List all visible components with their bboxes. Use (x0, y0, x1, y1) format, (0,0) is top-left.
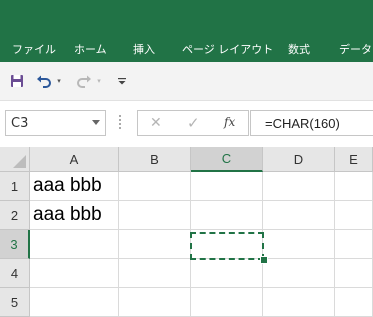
cell-b4[interactable] (119, 259, 191, 288)
worksheet-grid: A B C D E 1 2 3 4 5 aaa bbb aaa bbb (0, 147, 373, 317)
insert-function-icon[interactable]: fx (224, 115, 235, 129)
cell-e5[interactable] (335, 288, 373, 317)
cell-b5[interactable] (119, 288, 191, 317)
cell-e4[interactable] (335, 259, 373, 288)
name-box[interactable]: C3 (5, 110, 106, 136)
tab-insert[interactable]: 挿入 (133, 41, 155, 57)
column-header-c[interactable]: C (191, 147, 263, 172)
row-header-4[interactable]: 4 (0, 259, 30, 288)
select-all-icon (13, 155, 26, 168)
select-all-button[interactable] (0, 147, 30, 172)
cell-e2[interactable] (335, 201, 373, 230)
chevron-down-icon: ▾ (57, 77, 61, 85)
quick-access-toolbar: ▾ ▾ (0, 62, 373, 101)
row-header-3[interactable]: 3 (0, 230, 30, 259)
chevron-down-icon: ▾ (97, 77, 101, 85)
cell-a4[interactable] (30, 259, 119, 288)
cell-c2[interactable] (191, 201, 263, 230)
tab-page-layout[interactable]: ページ レイアウト (182, 41, 273, 57)
cell-e1[interactable] (335, 172, 373, 201)
column-header-e[interactable]: E (335, 147, 373, 172)
cell-d2[interactable] (263, 201, 335, 230)
cell-a1[interactable]: aaa bbb (30, 172, 119, 201)
formula-text: =CHAR(160) (265, 116, 340, 131)
customize-icon (118, 78, 126, 85)
row-header-1[interactable]: 1 (0, 172, 30, 201)
cell-c5[interactable] (191, 288, 263, 317)
cell-d1[interactable] (263, 172, 335, 201)
cell-a2[interactable]: aaa bbb (30, 201, 119, 230)
cancel-icon[interactable]: ✕ (150, 115, 162, 131)
cell-b3[interactable] (119, 230, 191, 259)
ribbon-tab-bar: ファイル ホーム 挿入 ページ レイアウト 数式 データ (0, 34, 373, 62)
cell-d3[interactable] (263, 230, 335, 259)
cell-e3[interactable] (335, 230, 373, 259)
undo-icon (37, 75, 51, 88)
chevron-down-icon[interactable] (92, 120, 100, 125)
tab-home[interactable]: ホーム (74, 41, 107, 57)
redo-button[interactable] (76, 71, 92, 91)
row-header-5[interactable]: 5 (0, 288, 30, 317)
column-header-b[interactable]: B (119, 147, 191, 172)
undo-button[interactable] (36, 71, 52, 91)
formula-bar: C3 ✕ ✓ fx =CHAR(160) (0, 101, 373, 147)
save-icon (11, 75, 23, 87)
tab-data[interactable]: データ (339, 41, 372, 57)
undo-dropdown-button[interactable]: ▾ (54, 71, 64, 91)
cell-a5[interactable] (30, 288, 119, 317)
cell-c4[interactable] (191, 259, 263, 288)
cell-a3[interactable] (30, 230, 119, 259)
column-header-a[interactable]: A (30, 147, 119, 172)
cell-b2[interactable] (119, 201, 191, 230)
tab-file[interactable]: ファイル (12, 41, 56, 57)
customize-toolbar-button[interactable] (116, 71, 128, 91)
cell-b1[interactable] (119, 172, 191, 201)
cell-d4[interactable] (263, 259, 335, 288)
formula-input[interactable]: =CHAR(160) (250, 110, 373, 136)
formula-buttons: ✕ ✓ fx (137, 110, 249, 136)
cell-c1[interactable] (191, 172, 263, 201)
row-header-2[interactable]: 2 (0, 201, 30, 230)
enter-icon[interactable]: ✓ (187, 114, 200, 132)
save-button[interactable] (8, 71, 26, 91)
title-bar (0, 0, 373, 34)
fill-handle[interactable] (260, 256, 268, 264)
cell-d5[interactable] (263, 288, 335, 317)
name-box-value: C3 (11, 116, 29, 131)
copy-selection-marquee (190, 232, 264, 260)
column-header-d[interactable]: D (263, 147, 335, 172)
formula-bar-splitter[interactable] (119, 115, 121, 129)
tab-formulas[interactable]: 数式 (288, 41, 310, 57)
redo-dropdown-button[interactable]: ▾ (94, 71, 104, 91)
redo-icon (77, 75, 91, 88)
